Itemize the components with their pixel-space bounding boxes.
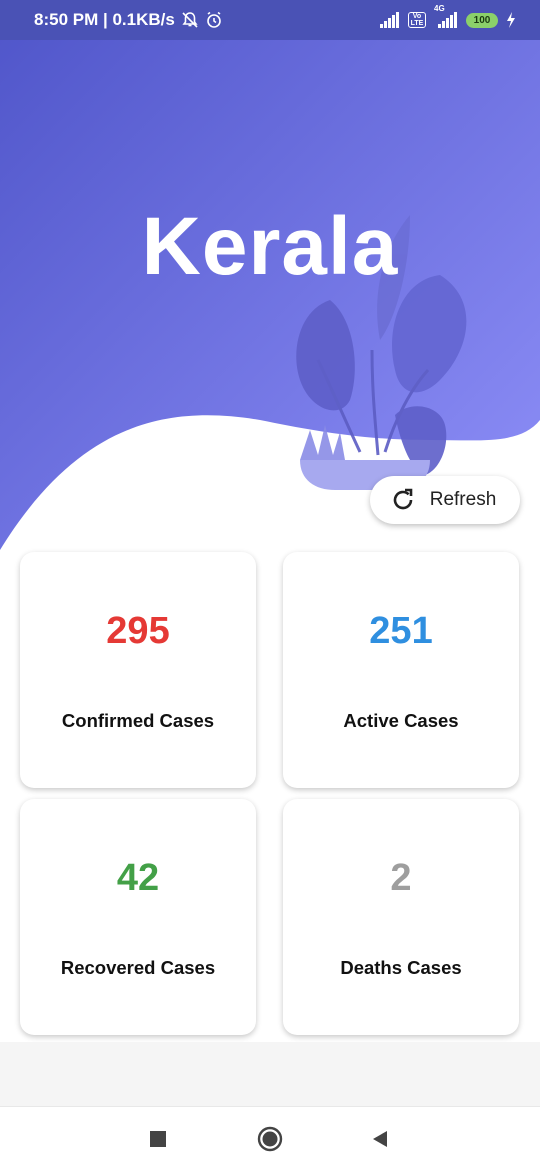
stat-label-confirmed: Confirmed Cases — [61, 710, 215, 731]
silent-bell-icon — [181, 11, 199, 29]
refresh-button[interactable]: Refresh — [370, 476, 520, 524]
stat-value-confirmed: 295 — [106, 610, 170, 652]
stat-card-recovered[interactable]: 42 Recovered Cases — [20, 799, 256, 1035]
nav-back-button[interactable] — [366, 1125, 394, 1153]
stat-label-deaths: Deaths Cases — [340, 957, 462, 978]
signal-icon — [380, 12, 400, 28]
stat-value-recovered: 42 — [116, 857, 160, 899]
signal-4g-icon: 4G — [434, 4, 458, 28]
stat-value-active: 251 — [369, 610, 433, 652]
triangle-back-icon — [373, 1131, 387, 1147]
square-icon — [150, 1131, 166, 1147]
stat-value-deaths: 2 — [390, 857, 412, 899]
stat-card-confirmed[interactable]: 295 Confirmed Cases — [20, 552, 256, 788]
stat-card-active[interactable]: 251 Active Cases — [283, 552, 519, 788]
nav-home-button[interactable] — [256, 1125, 284, 1153]
status-bar: 8:50 PM | 0.1KB/s Vo LTE 4G 100 — [0, 0, 540, 40]
refresh-label: Refresh — [429, 489, 497, 510]
volte-icon: Vo LTE — [408, 12, 426, 28]
stat-card-deaths[interactable]: 2 Deaths Cases — [283, 799, 519, 1035]
battery-icon: 100 — [466, 12, 498, 28]
circle-icon — [257, 1126, 283, 1152]
stat-label-active: Active Cases — [343, 710, 459, 731]
alarm-icon — [205, 11, 223, 29]
charging-bolt-icon — [506, 12, 516, 28]
content-footer — [0, 1042, 540, 1106]
refresh-icon — [390, 487, 416, 513]
stat-label-recovered: Recovered Cases — [60, 957, 216, 978]
nav-recents-button[interactable] — [144, 1125, 172, 1153]
system-nav-bar — [0, 1106, 540, 1171]
status-time-speed: 8:50 PM | 0.1KB/s — [34, 10, 175, 29]
page-title: Kerala — [141, 201, 399, 292]
